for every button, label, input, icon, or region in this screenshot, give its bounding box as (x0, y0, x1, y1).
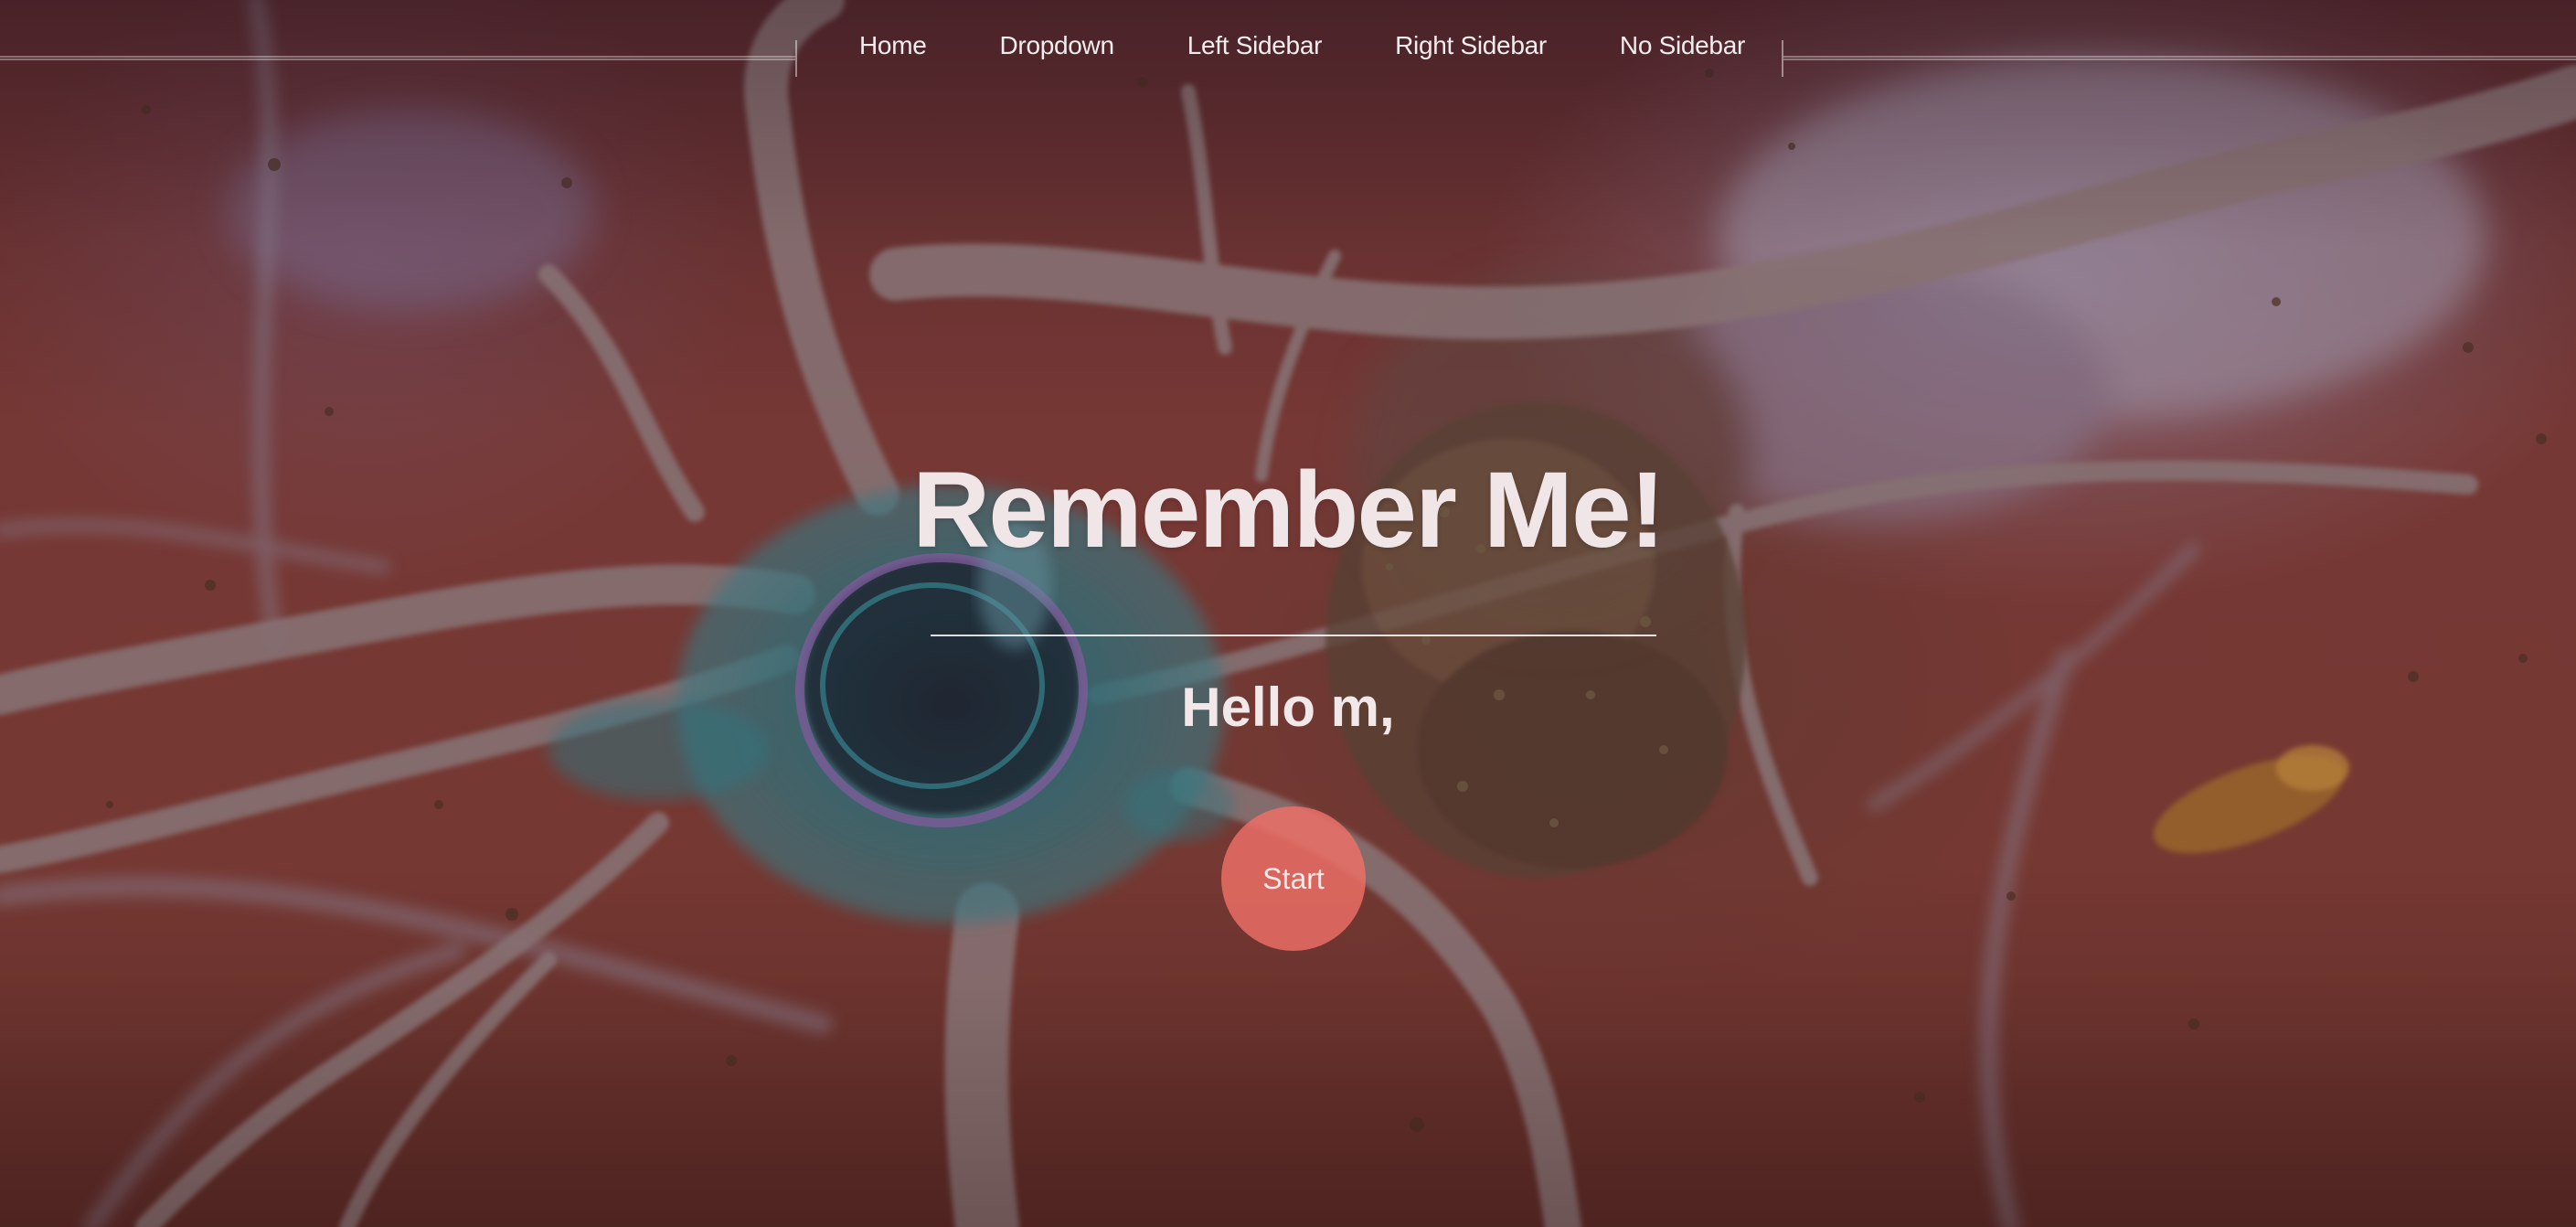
nav-item-dropdown[interactable]: Dropdown (963, 27, 1151, 64)
title-divider (931, 635, 1656, 636)
nav-item-right-sidebar[interactable]: Right Sidebar (1358, 27, 1583, 64)
page-title: Remember Me! (912, 450, 1666, 571)
page: Home Dropdown Left Sidebar Right Sidebar… (0, 0, 2576, 1227)
nav-divider-left-tick (795, 40, 797, 77)
nav-menu: Home Dropdown Left Sidebar Right Sidebar… (823, 27, 1782, 64)
nav-item-home[interactable]: Home (823, 27, 963, 64)
greeting-text: Hello m, (1181, 677, 1395, 738)
nav-divider-right (1783, 56, 2576, 60)
nav-divider-left (0, 56, 795, 60)
nav-item-no-sidebar[interactable]: No Sidebar (1583, 27, 1782, 64)
top-navigation: Home Dropdown Left Sidebar Right Sidebar… (0, 0, 2576, 91)
nav-item-left-sidebar[interactable]: Left Sidebar (1151, 27, 1358, 64)
start-button[interactable]: Start (1221, 806, 1366, 951)
background-overlay (0, 0, 2576, 1227)
